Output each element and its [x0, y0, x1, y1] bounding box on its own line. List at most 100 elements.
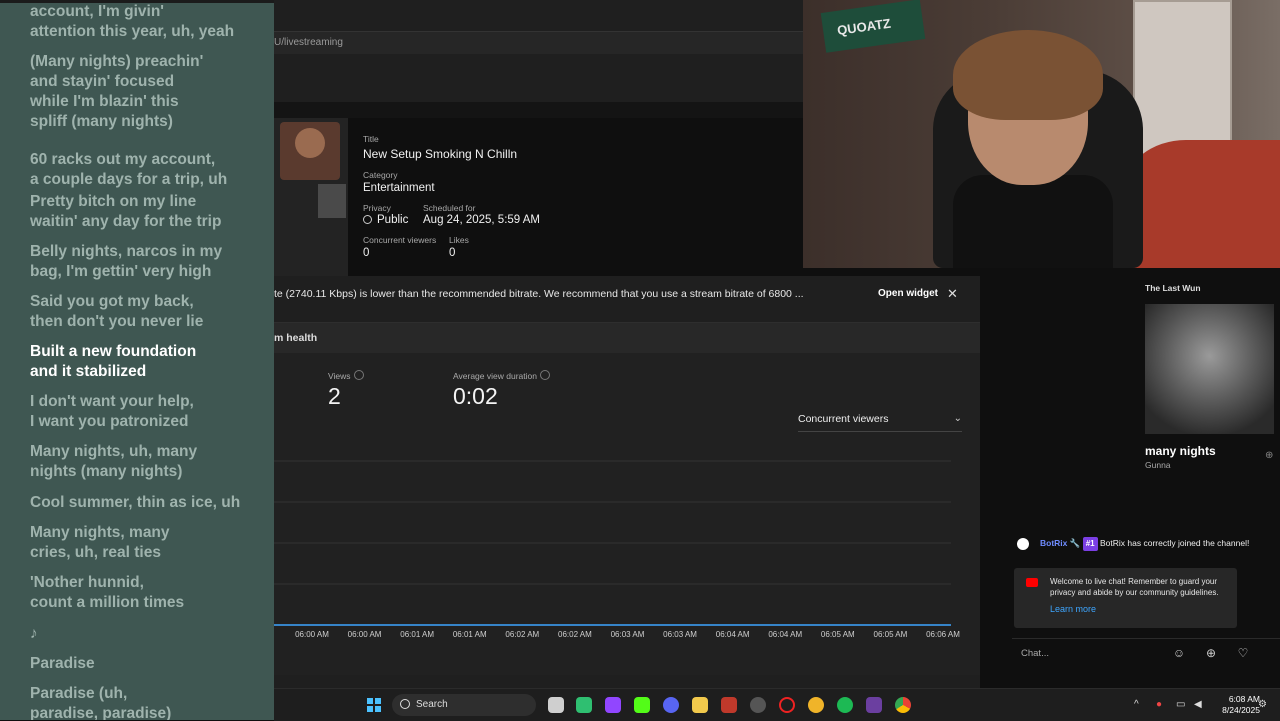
- health-title: m health: [274, 332, 318, 344]
- kick-icon[interactable]: [634, 697, 650, 713]
- chart-tick-label: 06:00 AM: [348, 630, 382, 639]
- opera-icon[interactable]: [779, 697, 795, 713]
- clock-date: 8/24/2025: [1222, 705, 1260, 715]
- views-label-text: Views: [328, 371, 351, 381]
- chart-tick-label: 06:01 AM: [400, 630, 434, 639]
- lyric-line: Cool summer, thin as ice, uh: [30, 494, 241, 511]
- discord-icon[interactable]: [663, 697, 679, 713]
- chat-author[interactable]: BotRix: [1040, 538, 1067, 548]
- add-icon[interactable]: ⊕: [1265, 450, 1273, 461]
- file-explorer-icon[interactable]: [692, 697, 708, 713]
- avg-duration-label-text: Average view duration: [453, 371, 537, 381]
- viewers-value: 0: [363, 247, 370, 259]
- lyric-line: 60 racks out my account, a couple days f…: [30, 151, 228, 188]
- task-view-icon[interactable]: [548, 697, 564, 713]
- chat-message: BotRix 🔧 #1 BotRix has correctly joined …: [1014, 536, 1274, 551]
- search-icon: [400, 699, 410, 709]
- open-widget-button[interactable]: Open widget: [878, 288, 938, 299]
- taskbar: Search ^ ● ▭ ◀ 6:08 AM 8/24/2025 ⚙: [274, 688, 1280, 721]
- chart-tick-label: 06:03 AM: [611, 630, 645, 639]
- chat-input-bar: Chat... ☺ ⊕ ♡: [1012, 638, 1280, 669]
- taskbar-clock[interactable]: 6:08 AM 8/24/2025: [1210, 694, 1260, 716]
- stream-health-card: m health Views 2 Average view duration 0…: [274, 322, 980, 675]
- chrome-icon[interactable]: [895, 697, 911, 713]
- privacy-value: Public: [363, 214, 408, 226]
- scheduled-value: Aug 24, 2025, 5:59 AM: [423, 214, 541, 226]
- chart-tick-label: 06:06 AM: [926, 630, 960, 639]
- likes-value: 0: [449, 247, 456, 259]
- lyric-line: 'Nother hunnid, count a million times: [30, 574, 185, 611]
- chat-input[interactable]: Chat...: [1021, 648, 1049, 659]
- lyric-line: I don't want your help, I want you patro…: [30, 393, 194, 430]
- title-label: Title: [363, 134, 379, 144]
- privacy-label: Privacy: [363, 203, 391, 213]
- lyric-line: Many nights, many cries, uh, real ties: [30, 524, 170, 561]
- song-artist: Gunna: [1145, 460, 1171, 470]
- tray-chevron-icon[interactable]: ^: [1134, 699, 1139, 710]
- obs-icon[interactable]: [750, 697, 766, 713]
- close-icon[interactable]: ✕: [947, 286, 958, 302]
- app-red-icon[interactable]: [721, 697, 737, 713]
- windows-start-icon[interactable]: [367, 698, 381, 712]
- lyric-line: Many nights, uh, many nights (many night…: [30, 443, 198, 480]
- info-icon[interactable]: [353, 370, 364, 380]
- likes-label: Likes: [449, 235, 469, 245]
- url-fragment[interactable]: U/livestreaming: [274, 37, 343, 48]
- viewers-chart: 06:00 AM 06:00 AM 06:01 AM 06:01 AM 06:02 AM…: [274, 460, 960, 639]
- lyric-line: Said you got my back, then don't you nev…: [30, 293, 204, 330]
- scheduled-label: Scheduled for: [423, 203, 476, 213]
- lyric-line: (Many nights) preachin' and stayin' focu…: [30, 53, 204, 130]
- app-yellow-icon[interactable]: [808, 697, 824, 713]
- spotify-icon[interactable]: [837, 697, 853, 713]
- lyric-line: Belly nights, narcos in my bag, I'm gett…: [30, 243, 223, 280]
- chart-tick-label: 06:02 AM: [558, 630, 592, 639]
- twitch-icon[interactable]: [605, 697, 621, 713]
- health-header: m health: [274, 323, 980, 353]
- webcam-blanket: [1123, 140, 1280, 268]
- lyric-line: ♪: [30, 625, 38, 642]
- chat-badge: #1: [1082, 537, 1098, 551]
- chart-tick-label: 06:01 AM: [453, 630, 487, 639]
- plus-icon[interactable]: ⊕: [1204, 646, 1218, 660]
- network-icon[interactable]: ▭: [1176, 699, 1185, 710]
- webcam-person-hair: [953, 30, 1103, 120]
- avg-duration-label: Average view duration: [453, 370, 550, 381]
- lyric-line: Paradise: [30, 655, 95, 672]
- welcome-notice: Welcome to live chat! Remember to guard …: [1014, 568, 1237, 628]
- thumbnail-face: [280, 122, 340, 180]
- app-green-icon[interactable]: [576, 697, 592, 713]
- bot-avatar: [1017, 538, 1029, 550]
- chart-tick-label: 06:04 AM: [768, 630, 802, 639]
- microphone-icon[interactable]: ●: [1156, 699, 1162, 710]
- warning-message: te (2740.11 Kbps) is lower than the reco…: [274, 288, 804, 300]
- views-value: 2: [328, 383, 341, 409]
- taskbar-search[interactable]: Search: [392, 694, 536, 716]
- volume-icon[interactable]: ◀: [1194, 699, 1202, 710]
- emoji-icon[interactable]: ☺: [1172, 646, 1186, 660]
- info-icon[interactable]: [539, 370, 550, 380]
- chevron-down-icon: ⌄: [953, 413, 962, 424]
- views-label: Views: [328, 370, 364, 381]
- heart-icon[interactable]: ♡: [1236, 646, 1250, 660]
- app-purple-icon[interactable]: [866, 697, 882, 713]
- metric-dropdown[interactable]: Concurrent viewers ⌄: [798, 413, 962, 432]
- thumbnail-mini: [318, 184, 346, 218]
- notification-icon[interactable]: ⚙: [1258, 699, 1267, 710]
- avg-duration-value: 0:02: [453, 383, 498, 409]
- chart-tick-label: 06:04 AM: [716, 630, 750, 639]
- lyrics-panel: account, I'm givin' attention this year,…: [0, 0, 274, 720]
- webcam-person-body: [953, 175, 1113, 268]
- stream-title: New Setup Smoking N Chilln: [363, 147, 518, 161]
- clock-time: 6:08 AM: [1228, 694, 1260, 704]
- album-art: [1145, 304, 1274, 434]
- globe-icon: [363, 215, 372, 224]
- viewers-label: Concurrent viewers: [363, 235, 437, 245]
- chart-tick-label: 06:00 AM: [295, 630, 329, 639]
- category-value: Entertainment: [363, 182, 435, 194]
- dropdown-value: Concurrent viewers: [798, 413, 889, 425]
- webcam-feed: QUOATZ: [803, 0, 1280, 268]
- learn-more-link[interactable]: Learn more: [1050, 604, 1096, 614]
- stream-thumbnail[interactable]: [274, 118, 348, 276]
- chart-tick-label: 06:02 AM: [505, 630, 539, 639]
- webcam-flag-text: QUOATZ: [836, 15, 892, 38]
